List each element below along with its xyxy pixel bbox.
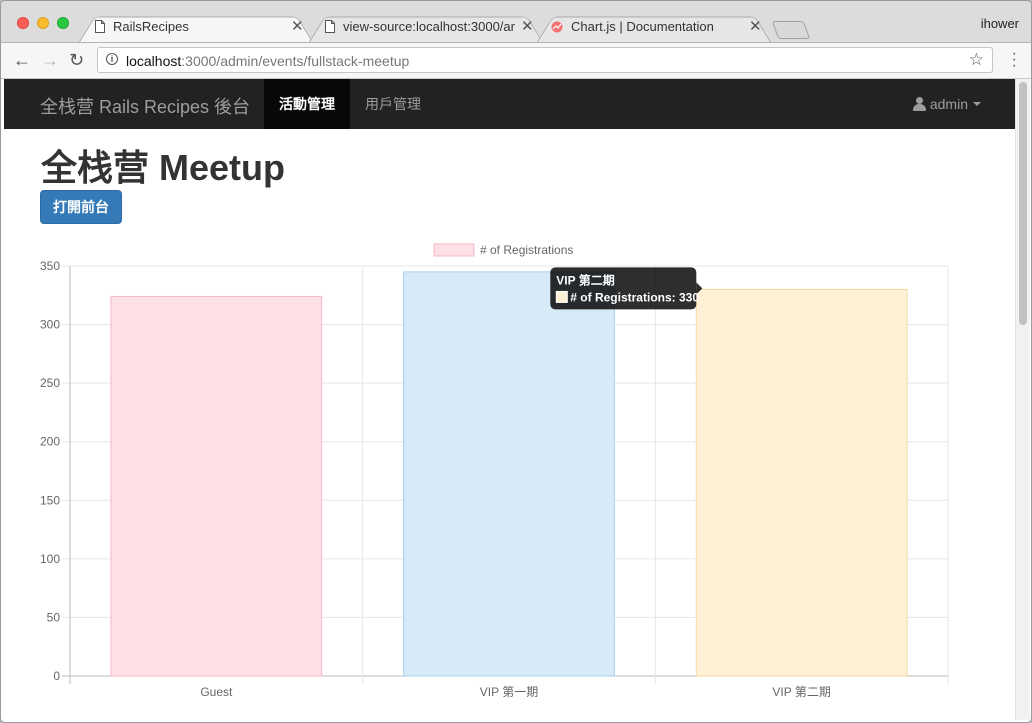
tab-title: view-source:localhost:3000/ar <box>343 19 515 34</box>
close-tab-icon[interactable]: ✕ <box>291 17 304 35</box>
legend-swatch <box>433 243 475 257</box>
bar-0 <box>110 295 323 677</box>
address-bar[interactable]: i localhost:3000/admin/events/fullstack-… <box>97 47 993 73</box>
url-host: localhost <box>126 53 182 69</box>
url-path: :3000/admin/events/fullstack-meetup <box>181 53 410 69</box>
tooltip-label: # of Registrations: 330 <box>570 290 699 304</box>
admin-navbar: 全栈营 Rails Recipes 後台 活動管理 用戶管理 admin <box>4 79 1015 129</box>
vertical-scrollbar[interactable] <box>1015 79 1030 720</box>
x-tick-label: Guest <box>200 685 233 699</box>
page-icon <box>325 20 335 33</box>
reload-icon[interactable]: ↻ <box>69 50 84 71</box>
browser-toolbar: ← → ↻ i localhost:3000/admin/events/full… <box>1 43 1031 79</box>
tab-title: RailsRecipes <box>113 19 189 34</box>
close-tab-icon[interactable]: ✕ <box>521 17 534 35</box>
y-tick-label: 250 <box>40 376 60 390</box>
y-tick-label: 0 <box>53 669 60 683</box>
profile-name[interactable]: ihower <box>981 16 1019 31</box>
nav-item-users[interactable]: 用戶管理 <box>350 79 436 129</box>
page-viewport: 全栈营 Rails Recipes 後台 活動管理 用戶管理 admin 全栈营… <box>4 79 1015 720</box>
bookmark-star-icon[interactable]: ☆ <box>969 50 984 70</box>
user-icon <box>912 97 926 111</box>
tab-title: Chart.js | Documentation <box>571 19 714 34</box>
caret-down-icon <box>973 102 981 106</box>
y-tick-label: 100 <box>40 552 60 566</box>
minimize-window-button[interactable] <box>37 17 49 29</box>
y-tick-label: 300 <box>40 318 60 332</box>
scrollbar-thumb[interactable] <box>1019 82 1027 325</box>
open-frontend-button[interactable]: 打開前台 <box>40 190 122 224</box>
bar-1 <box>403 271 615 677</box>
info-icon[interactable]: i <box>106 53 118 65</box>
forward-arrow-icon[interactable]: → <box>41 50 59 71</box>
navbar-brand[interactable]: 全栈营 Rails Recipes 後台 <box>40 93 250 119</box>
y-tick-label: 50 <box>47 610 61 624</box>
url-text[interactable]: localhost:3000/admin/events/fullstack-me… <box>126 53 409 69</box>
user-dropdown[interactable]: admin <box>912 79 981 129</box>
new-tab-button[interactable] <box>771 21 811 39</box>
y-tick-label: 350 <box>40 259 60 273</box>
tab-strip: RailsRecipes ✕ view-source:localhost:300… <box>1 1 1031 43</box>
browser-tab-0[interactable]: RailsRecipes ✕ <box>79 12 313 42</box>
bar-2 <box>695 288 908 677</box>
maximize-window-button[interactable] <box>57 17 69 29</box>
bar-chart-svg: 0 50 100 150 200 250 300 350 Guest VIP 第一期 VIP 第二期… <box>40 243 949 699</box>
page-title: 全栈营 Meetup <box>41 147 286 188</box>
nav-item-events[interactable]: 活動管理 <box>264 79 350 129</box>
browser-window: RailsRecipes ✕ view-source:localhost:300… <box>0 0 1032 723</box>
tooltip-swatch <box>555 290 568 303</box>
x-tick-label: VIP 第一期 <box>480 685 538 699</box>
browser-tab-1[interactable]: view-source:localhost:3000/ar ✕ <box>309 12 543 42</box>
user-name: admin <box>929 96 968 112</box>
close-window-button[interactable] <box>17 17 29 29</box>
y-tick-label: 200 <box>40 435 60 449</box>
back-arrow-icon[interactable]: ← <box>13 50 31 71</box>
chartjs-favicon-icon <box>551 21 563 33</box>
legend-label: # of Registrations <box>480 243 573 257</box>
close-tab-icon[interactable]: ✕ <box>749 17 762 35</box>
browser-menu-icon[interactable]: · · · <box>1012 46 1017 74</box>
browser-tab-2[interactable]: Chart.js | Documentation ✕ <box>537 12 771 42</box>
page-icon <box>95 20 105 33</box>
y-tick-label: 150 <box>40 493 60 507</box>
x-tick-label: VIP 第二期 <box>772 685 830 699</box>
tooltip-title: VIP 第二期 <box>556 272 614 287</box>
registrations-chart: 0 50 100 150 200 250 300 350 Guest VIP 第一期 VIP 第二期… <box>4 234 1015 714</box>
